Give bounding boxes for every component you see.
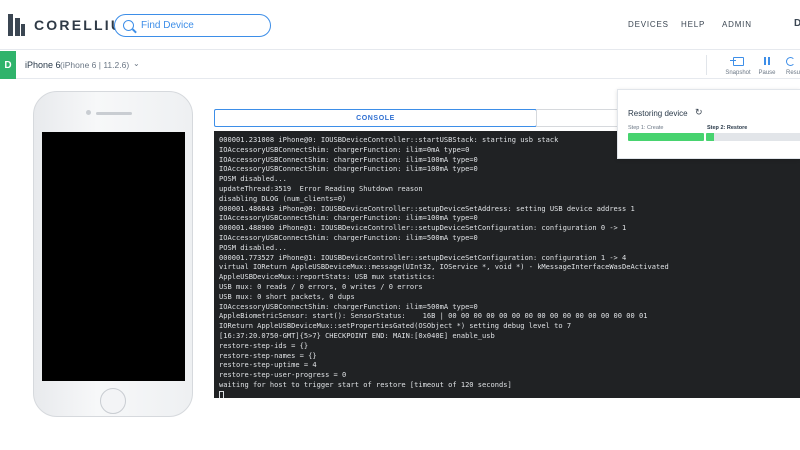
device-badge: D bbox=[0, 51, 16, 79]
console-line: IOAccessoryUSBConnectShim: chargerFuncti… bbox=[219, 164, 478, 174]
device-bar: D iPhone 6 (iPhone 6 | 11.2.6) ⌄ Snapsho… bbox=[0, 51, 800, 79]
top-nav: CORELLIUM DEVICES HELP ADMIN D bbox=[0, 0, 800, 50]
step-1-label: Step 1: Create bbox=[628, 125, 664, 131]
console-line: IOReturn AppleUSBDeviceMux::setPropertie… bbox=[219, 321, 572, 331]
console-line: waiting for host to trigger start of res… bbox=[219, 379, 512, 389]
restart-button[interactable]: Resu bbox=[782, 55, 800, 76]
console-line: POSM disabled... bbox=[219, 242, 287, 252]
restart-label: Resu bbox=[786, 70, 800, 76]
console-line: restore-step-ids = {} bbox=[219, 340, 309, 350]
restore-status-panel: Restoring device ↻ Step 1: Create Step 2… bbox=[617, 89, 800, 159]
console-line: USB mux: 0 reads / 0 errors, 0 writes / … bbox=[219, 281, 423, 291]
pause-label: Pause bbox=[758, 70, 776, 76]
console-line: restore-step-user-progress = 0 bbox=[219, 370, 347, 380]
nav-admin[interactable]: ADMIN bbox=[722, 20, 752, 29]
console-line: updateThread:3519 Error Reading Shutdown… bbox=[219, 183, 423, 193]
console-line: AppleBiometricSensor: start(): SensorSta… bbox=[219, 311, 648, 321]
snapshot-button[interactable]: Snapshot bbox=[723, 55, 753, 76]
console-line: restore-step-uptime = 4 bbox=[219, 360, 317, 370]
console-line: restore-step-names = {} bbox=[219, 350, 317, 360]
snapshot-icon bbox=[729, 56, 744, 66]
console-line: IOAccessoryUSBConnectShim: chargerFuncti… bbox=[219, 232, 478, 242]
corellium-logo-icon bbox=[8, 14, 26, 36]
console-line: disabling DLOG (num_clients=0) bbox=[219, 193, 347, 203]
loading-spinner-icon: ↻ bbox=[695, 107, 703, 117]
phone-speaker bbox=[96, 112, 132, 115]
console-line: AppleUSBDeviceMux::reportStats: USB mux … bbox=[219, 272, 436, 282]
device-phone bbox=[33, 91, 193, 417]
console-line: 000001.486843 iPhone@0: IOUSBDeviceContr… bbox=[219, 203, 635, 213]
device-screen[interactable] bbox=[42, 132, 185, 381]
console-line: virtual IOReturn AppleUSBDeviceMux::mess… bbox=[219, 262, 669, 272]
step-2-progress bbox=[706, 133, 800, 141]
console-output[interactable]: 000001.231008 iPhone@0: IOUSBDeviceContr… bbox=[214, 131, 800, 398]
step-2-label: Step 2: Restore bbox=[707, 125, 748, 131]
console-line: IOAccessoryUSBConnectShim: chargerFuncti… bbox=[219, 213, 478, 223]
console-line: 000001.488900 iPhone@1: IOUSBDeviceContr… bbox=[219, 223, 627, 233]
pause-icon bbox=[764, 57, 770, 65]
console-line: POSM disabled... bbox=[219, 174, 287, 184]
search-input[interactable] bbox=[141, 20, 261, 31]
tab-console[interactable]: CONSOLE bbox=[214, 109, 537, 127]
device-name[interactable]: iPhone 6 bbox=[25, 60, 61, 70]
nav-devices[interactable]: DEVICES bbox=[628, 20, 669, 29]
nav-help[interactable]: HELP bbox=[681, 20, 705, 29]
restart-icon bbox=[786, 56, 795, 66]
chevron-down-icon[interactable]: ⌄ bbox=[133, 59, 140, 68]
console-line: [16:37:20.0750-GMT]{5>7} CHECKPOINT END:… bbox=[219, 330, 495, 340]
home-button[interactable] bbox=[100, 388, 126, 414]
cursor-icon bbox=[219, 391, 224, 398]
snapshot-label: Snapshot bbox=[725, 70, 751, 76]
console-line: IOAccessoryUSBConnectShim: chargerFuncti… bbox=[219, 301, 478, 311]
restore-title: Restoring device bbox=[628, 109, 688, 118]
toolbar-divider bbox=[706, 55, 707, 75]
step-1-progress bbox=[628, 133, 704, 141]
phone-camera bbox=[86, 110, 91, 115]
console-line: 000001.773527 iPhone@1: IOUSBDeviceContr… bbox=[219, 252, 627, 262]
search-box[interactable] bbox=[114, 14, 271, 37]
console-prompt[interactable] bbox=[219, 390, 800, 398]
user-avatar[interactable]: D bbox=[794, 18, 800, 29]
pause-button[interactable]: Pause bbox=[752, 55, 782, 76]
device-meta: (iPhone 6 | 11.2.6) bbox=[60, 60, 130, 70]
console-line: USB mux: 0 short packets, 0 dups bbox=[219, 291, 355, 301]
search-icon bbox=[123, 20, 134, 31]
